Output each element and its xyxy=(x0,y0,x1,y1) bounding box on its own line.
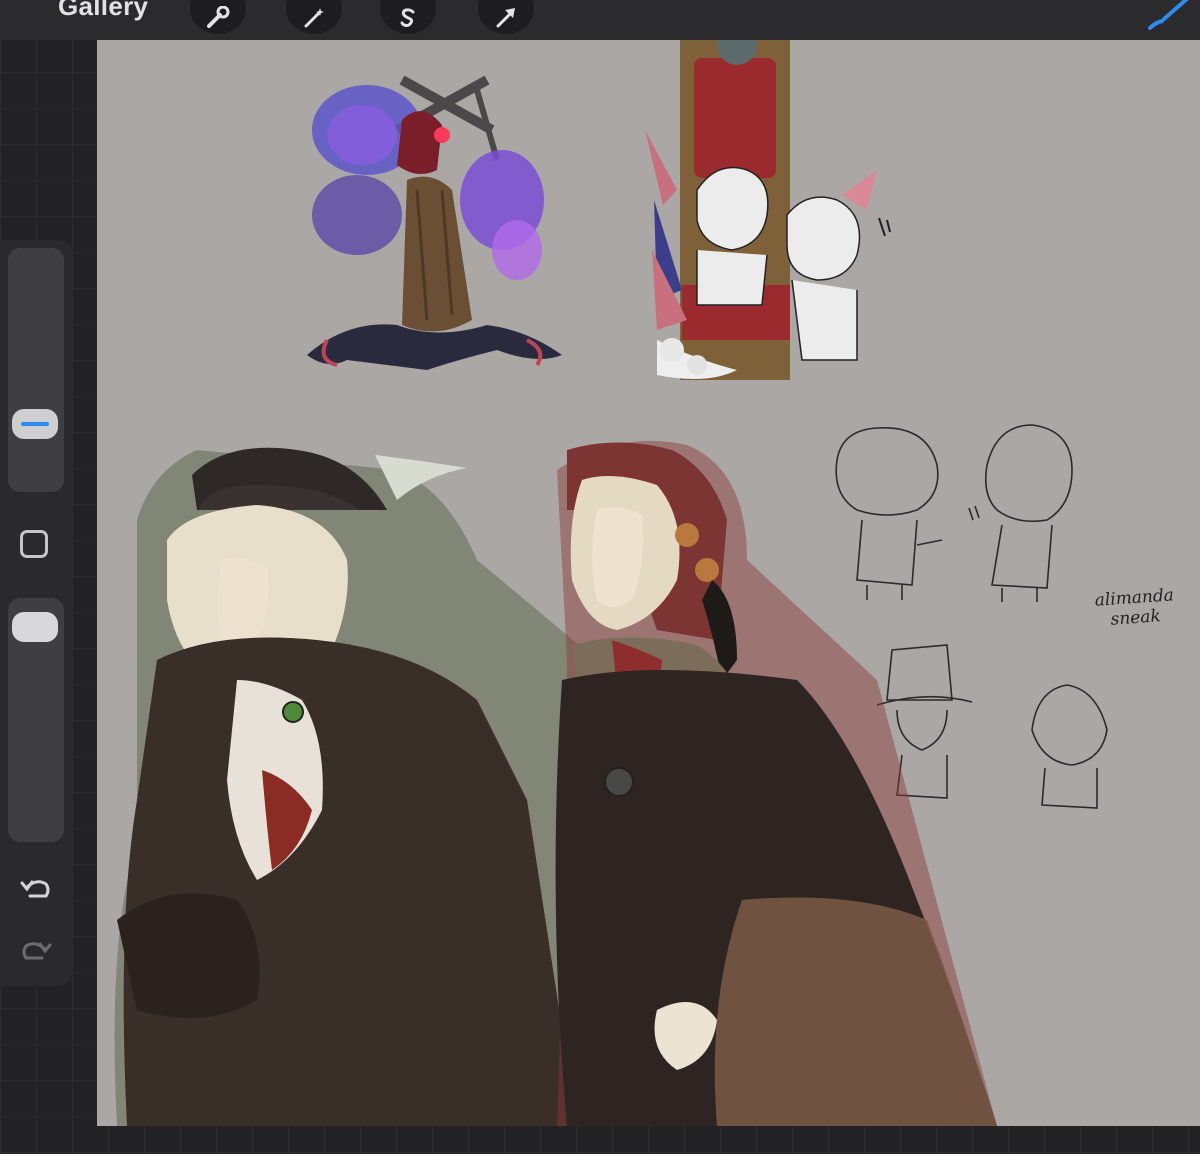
canvas-bottom-margin xyxy=(97,1126,1200,1154)
arrow-cursor-icon xyxy=(496,8,515,28)
drawing-canvas[interactable]: alimanda sneak xyxy=(97,40,1200,1126)
brush-icon[interactable] xyxy=(1144,0,1194,30)
tree-monster-artwork xyxy=(307,75,562,370)
transform-button[interactable] xyxy=(478,0,534,34)
modify-button[interactable] xyxy=(20,530,48,558)
redo-icon[interactable] xyxy=(18,936,54,966)
brush-size-slider[interactable] xyxy=(8,248,64,492)
brush-size-thumb[interactable] xyxy=(12,408,58,439)
gallery-button[interactable]: Gallery xyxy=(58,0,148,22)
actions-button[interactable] xyxy=(190,0,246,34)
wrench-icon xyxy=(207,6,230,28)
magic-wand-icon xyxy=(304,8,324,28)
opacity-thumb[interactable] xyxy=(12,612,58,643)
doll-figure-right xyxy=(555,440,997,1126)
adjustments-button[interactable] xyxy=(286,0,342,34)
selection-s-icon xyxy=(400,8,415,28)
undo-icon[interactable] xyxy=(18,874,54,904)
signature-text: alimanda sneak xyxy=(1084,585,1187,632)
top-toolbar: Gallery xyxy=(0,0,1200,40)
left-sidebar xyxy=(0,240,72,986)
hunter-figure-left xyxy=(114,447,617,1126)
opacity-slider[interactable] xyxy=(8,598,64,842)
brush-size-indicator xyxy=(21,421,49,426)
chair-chibi-artwork xyxy=(645,40,891,380)
artwork xyxy=(114,40,1108,1126)
selection-button[interactable] xyxy=(380,0,436,34)
